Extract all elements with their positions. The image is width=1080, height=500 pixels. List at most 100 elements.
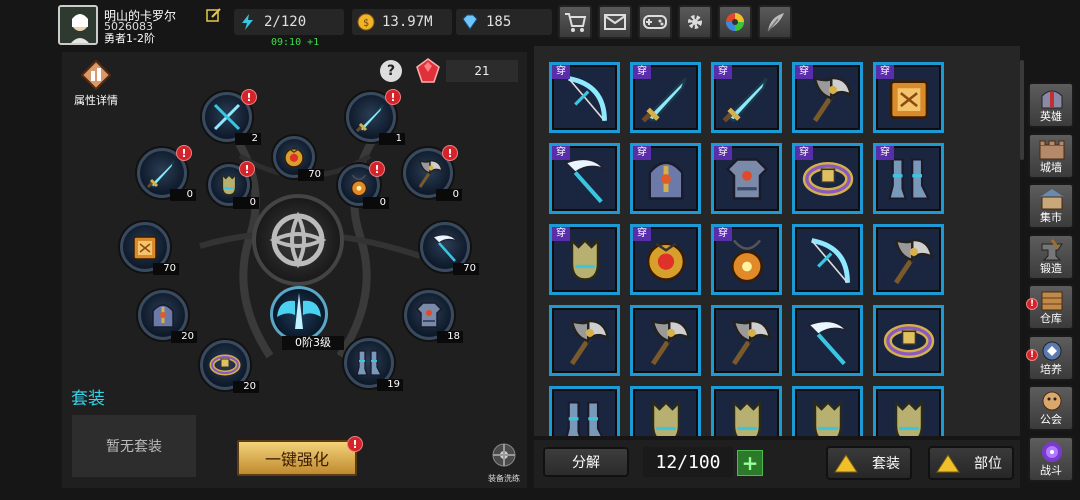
equip-slot[interactable]: 20 bbox=[200, 340, 259, 393]
inventory-item[interactable]: 穿 bbox=[549, 62, 620, 133]
nav-portal[interactable]: 战斗 bbox=[1028, 435, 1074, 482]
slot-count: 70 bbox=[298, 169, 324, 181]
slot-count: 70 bbox=[453, 263, 479, 275]
anvil-icon bbox=[1041, 238, 1063, 260]
inventory-item[interactable] bbox=[873, 305, 944, 376]
bow-icon bbox=[559, 72, 611, 124]
diamond-icon bbox=[462, 14, 478, 30]
gold-counter[interactable]: $ 13.97M bbox=[352, 9, 452, 35]
glove-icon bbox=[650, 400, 681, 436]
equip-slot[interactable]: 18 bbox=[404, 290, 463, 343]
svg-text:$: $ bbox=[363, 18, 369, 29]
gamepad-button[interactable] bbox=[638, 5, 672, 39]
shop-button[interactable] bbox=[558, 5, 592, 39]
equip-slot[interactable]: 1! bbox=[346, 89, 405, 145]
inventory-scrollbar[interactable] bbox=[1018, 60, 1026, 160]
mail-icon bbox=[604, 14, 626, 30]
diamond-counter[interactable]: 185 bbox=[456, 9, 552, 35]
equip-slot[interactable]: 2! bbox=[202, 89, 261, 145]
alert-icon: ! bbox=[1026, 298, 1038, 310]
amulet-icon bbox=[646, 242, 685, 281]
inventory-item[interactable] bbox=[630, 305, 701, 376]
attribute-label: 属性详情 bbox=[74, 94, 118, 107]
sort-by-suit-button[interactable]: 套装 bbox=[826, 446, 912, 480]
gamepad-icon bbox=[643, 15, 667, 29]
settings-button[interactable] bbox=[678, 5, 712, 39]
inventory-item[interactable]: 穿 bbox=[630, 224, 701, 295]
upgrade-alert-icon: ! bbox=[347, 436, 363, 452]
gold-coin-icon: $ bbox=[357, 13, 375, 31]
nav-guild[interactable]: 公会 bbox=[1028, 385, 1074, 431]
inventory-item[interactable] bbox=[549, 305, 620, 376]
glove-icon bbox=[893, 400, 924, 436]
player-avatar[interactable] bbox=[58, 5, 98, 45]
stamina-counter[interactable]: 2/120 bbox=[234, 9, 344, 35]
equip-slot[interactable]: 70 bbox=[420, 222, 479, 275]
decompose-button[interactable]: 分解 bbox=[543, 447, 629, 477]
nav-train[interactable]: 培养! bbox=[1026, 334, 1074, 381]
inventory-item[interactable]: 穿 bbox=[549, 143, 620, 214]
nav-market[interactable]: 集市 bbox=[1028, 183, 1074, 229]
inventory-item[interactable] bbox=[792, 386, 863, 436]
inventory-item[interactable] bbox=[630, 386, 701, 436]
equip-slot[interactable]: 19 bbox=[344, 338, 403, 391]
nav-wall[interactable]: 城墙 bbox=[1028, 132, 1074, 179]
diamond-value: 185 bbox=[486, 14, 512, 30]
inventory-item[interactable]: 穿 bbox=[873, 62, 944, 133]
axe-icon bbox=[640, 315, 692, 367]
equip-slot[interactable]: 70 bbox=[120, 222, 179, 275]
amulet-icon bbox=[284, 148, 304, 168]
scythe-icon bbox=[559, 153, 611, 205]
inventory-item[interactable]: 穿 bbox=[792, 143, 863, 214]
color-wheel-button[interactable] bbox=[718, 5, 752, 39]
equip-slot[interactable]: 0! bbox=[208, 161, 259, 209]
glove-icon bbox=[812, 400, 843, 436]
inventory-item[interactable]: 穿 bbox=[549, 224, 620, 295]
inventory-item[interactable]: 穿 bbox=[630, 143, 701, 214]
equipment-core-emblem bbox=[252, 194, 344, 286]
inventory-item[interactable]: 穿 bbox=[630, 62, 701, 133]
inventory-item[interactable] bbox=[873, 386, 944, 436]
main-weapon-slot[interactable] bbox=[270, 286, 328, 342]
equip-slot[interactable]: 0! bbox=[137, 145, 196, 201]
sword-icon bbox=[721, 72, 773, 124]
attribute-icon bbox=[80, 59, 112, 91]
slot-count: 18 bbox=[437, 331, 463, 343]
axe-icon bbox=[559, 315, 611, 367]
inventory-item[interactable] bbox=[792, 305, 863, 376]
mail-button[interactable] bbox=[598, 5, 632, 39]
inventory-item[interactable] bbox=[792, 224, 863, 295]
sort-by-part-button[interactable]: 部位 bbox=[928, 446, 1014, 480]
attribute-details-button[interactable]: 属性详情 bbox=[68, 59, 124, 108]
edit-icon[interactable] bbox=[206, 7, 222, 23]
equip-slot[interactable]: 70 bbox=[273, 136, 324, 181]
inventory-item[interactable] bbox=[873, 224, 944, 295]
equip-slot[interactable]: 0! bbox=[403, 145, 462, 201]
equipment-wash-button[interactable]: 装备洗练 bbox=[480, 442, 528, 484]
nav-warehouse[interactable]: 仓库! bbox=[1026, 284, 1074, 330]
slot-count: 20 bbox=[233, 381, 259, 393]
nav-anvil[interactable]: 锻造 bbox=[1028, 233, 1074, 280]
slot-count: 0 bbox=[170, 189, 196, 201]
feather-button[interactable] bbox=[758, 5, 792, 39]
inventory-item[interactable]: 穿 bbox=[711, 143, 782, 214]
slot-count: 0 bbox=[436, 189, 462, 201]
inventory-item[interactable]: 穿 bbox=[873, 143, 944, 214]
equip-slot[interactable]: 20 bbox=[138, 290, 197, 343]
inventory-item[interactable]: 穿 bbox=[711, 62, 782, 133]
inventory-item[interactable]: 穿 bbox=[792, 62, 863, 133]
inventory-item[interactable] bbox=[549, 386, 620, 436]
inventory-item[interactable]: 穿 bbox=[711, 224, 782, 295]
equip-slot[interactable]: 0! bbox=[338, 161, 389, 209]
help-button[interactable]: ? bbox=[380, 60, 402, 82]
inventory-item[interactable] bbox=[711, 305, 782, 376]
helmet-icon bbox=[151, 303, 175, 329]
expand-capacity-button[interactable]: + bbox=[737, 450, 763, 476]
nav-helmet[interactable]: 英雄 bbox=[1028, 82, 1074, 128]
nav-label: 公会 bbox=[1040, 413, 1062, 426]
inventory-item[interactable] bbox=[711, 386, 782, 436]
scythe-icon bbox=[431, 233, 459, 263]
nav-label: 锻造 bbox=[1040, 261, 1062, 275]
one-click-upgrade-button[interactable]: 一键强化 ! bbox=[237, 436, 363, 476]
slot-count: 2 bbox=[235, 133, 261, 145]
